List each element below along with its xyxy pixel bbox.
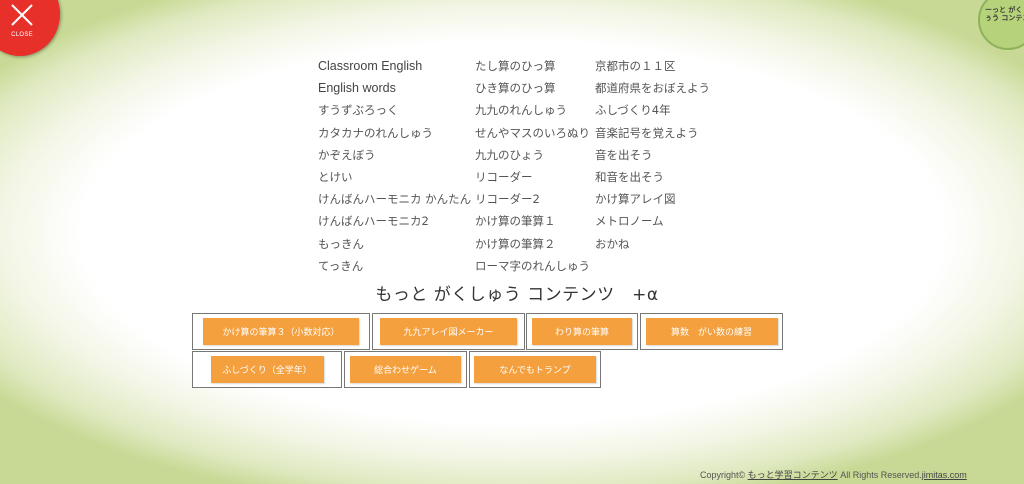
link-item[interactable]: てっきん bbox=[318, 255, 471, 277]
copyright-text: Copyright© bbox=[700, 470, 746, 480]
section-heading: もっと がくしゅう コンテンツ +α bbox=[375, 285, 659, 305]
tool-button[interactable]: わり算の筆算 bbox=[532, 318, 632, 345]
link-item[interactable]: English words bbox=[318, 77, 471, 99]
link-item[interactable]: リコーダー bbox=[475, 166, 590, 188]
tool-cell: かけ算の筆算３（小数対応） bbox=[192, 313, 370, 350]
close-label: CLOSE bbox=[11, 32, 33, 38]
close-button[interactable]: CLOSE bbox=[0, 0, 60, 56]
logo: ーっと がく ぅう コンテン bbox=[978, 0, 1024, 50]
tool-button[interactable]: 算数 がい数の練習 bbox=[645, 318, 778, 345]
link-item[interactable]: けんばんハーモニカ かんたん bbox=[318, 188, 471, 210]
tool-button[interactable]: ふしづくり（全学年） bbox=[210, 356, 324, 383]
link-item[interactable]: メトロノーム bbox=[595, 210, 710, 232]
link-item[interactable]: 都道府県をおぼえよう bbox=[595, 77, 710, 99]
link-item[interactable]: けんばんハーモニカ2 bbox=[318, 210, 471, 232]
link-item[interactable]: ひき算のひっ算 bbox=[475, 77, 590, 99]
link-item[interactable]: 和音を出そう bbox=[595, 166, 710, 188]
link-item[interactable]: ローマ字のれんしゅう bbox=[475, 255, 590, 277]
link-item[interactable]: かぞえぼう bbox=[318, 144, 471, 166]
link-item[interactable]: 京都市の１１区 bbox=[595, 55, 710, 77]
site-link[interactable]: jimitas.com bbox=[922, 470, 967, 480]
link-item[interactable]: Classroom English bbox=[318, 55, 471, 77]
link-item[interactable]: リコーダー2 bbox=[475, 188, 590, 210]
links-column-2: たし算のひっ算 ひき算のひっ算 九九のれんしゅう せんやマスのいろぬり 九九のひ… bbox=[475, 55, 590, 277]
tool-button[interactable]: なんでもトランプ bbox=[474, 356, 596, 383]
footer-link[interactable]: もっと学習コンテンツ bbox=[748, 470, 838, 480]
footer: Copyright© もっと学習コンテンツ All Rights Reserve… bbox=[700, 468, 967, 481]
rights-text: All Rights Reserved. bbox=[840, 470, 922, 480]
close-icon bbox=[11, 4, 33, 26]
link-item[interactable]: すうずぶろっく bbox=[318, 99, 471, 121]
link-item[interactable]: とけい bbox=[318, 166, 471, 188]
tool-cell: 九九アレイ図メーカー bbox=[372, 313, 525, 350]
link-item[interactable]: かけ算アレイ図 bbox=[595, 188, 710, 210]
tool-button[interactable]: かけ算の筆算３（小数対応） bbox=[203, 318, 359, 345]
link-item[interactable]: せんやマスのいろぬり bbox=[475, 122, 590, 144]
tool-cell: わり算の筆算 bbox=[526, 313, 638, 350]
link-item[interactable]: ふしづくり4年 bbox=[595, 99, 710, 121]
link-item[interactable]: カタカナのれんしゅう bbox=[318, 122, 471, 144]
links-column-1: Classroom English English words すうずぶろっく … bbox=[318, 55, 471, 277]
link-item[interactable]: 九九のれんしゅう bbox=[475, 99, 590, 121]
tool-cell: 総合わせゲーム bbox=[344, 351, 467, 388]
link-item[interactable]: 音楽記号を覚えよう bbox=[595, 122, 710, 144]
link-item[interactable]: かけ算の筆算１ bbox=[475, 210, 590, 232]
link-item[interactable]: 九九のひょう bbox=[475, 144, 590, 166]
tool-button[interactable]: 九九アレイ図メーカー bbox=[380, 318, 517, 345]
tool-button[interactable]: 総合わせゲーム bbox=[350, 356, 461, 383]
link-item[interactable]: もっきん bbox=[318, 233, 471, 255]
link-item[interactable]: たし算のひっ算 bbox=[475, 55, 590, 77]
tool-cell: 算数 がい数の練習 bbox=[640, 313, 783, 350]
link-item[interactable]: かけ算の筆算２ bbox=[475, 233, 590, 255]
tool-cell: なんでもトランプ bbox=[469, 351, 601, 388]
link-item[interactable]: 音を出そう bbox=[595, 144, 710, 166]
links-column-3: 京都市の１１区 都道府県をおぼえよう ふしづくり4年 音楽記号を覚えよう 音を出… bbox=[595, 55, 710, 255]
tool-cell: ふしづくり（全学年） bbox=[192, 351, 342, 388]
logo-text: ーっと がく ぅう コンテン bbox=[985, 6, 1024, 22]
link-item[interactable]: おかね bbox=[595, 233, 710, 255]
